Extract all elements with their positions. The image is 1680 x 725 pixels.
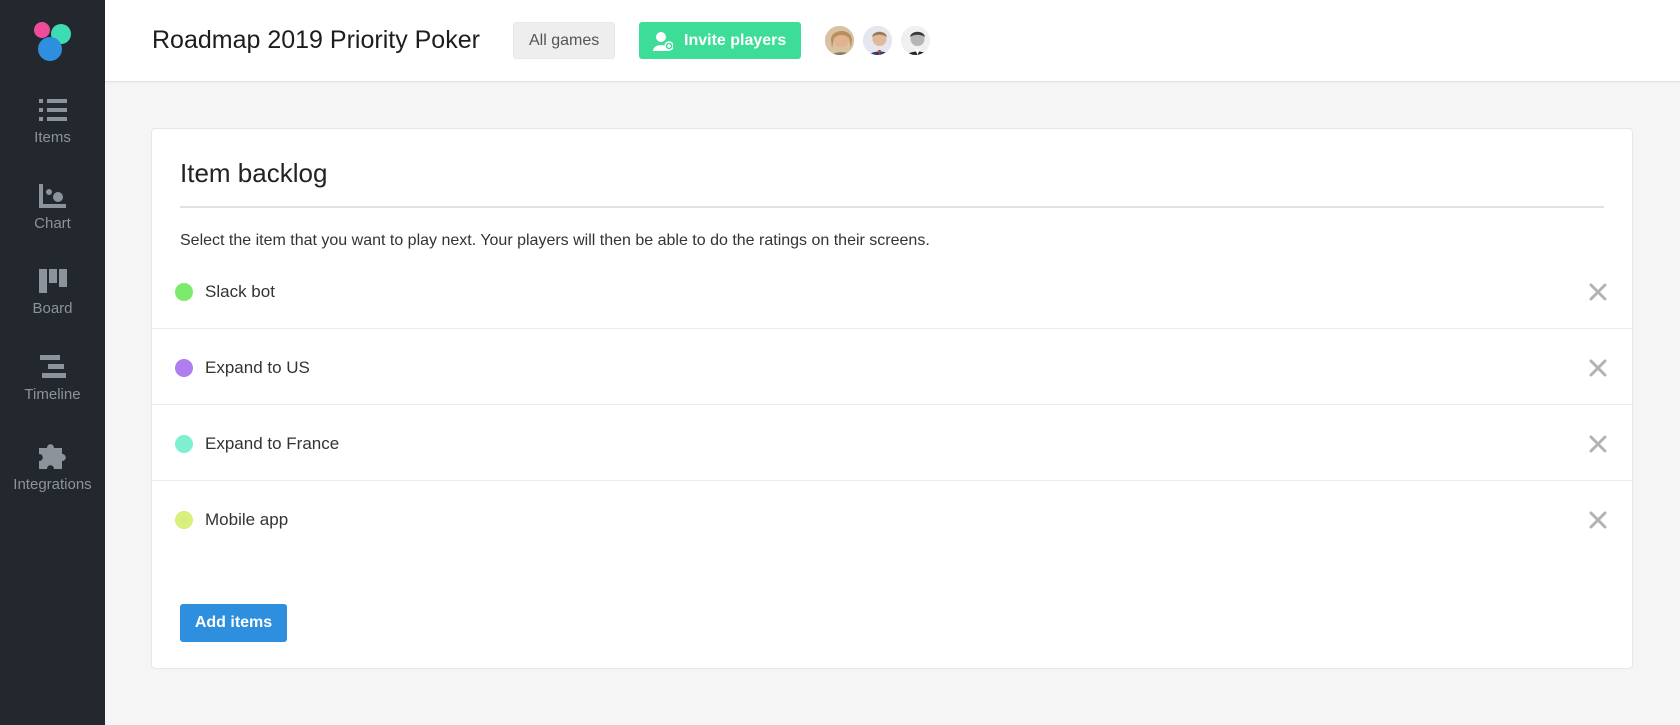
sidebar-item-chart[interactable]: Chart	[0, 183, 105, 232]
title-divider	[180, 206, 1604, 208]
sidebar-item-label: Integrations	[13, 476, 92, 493]
all-games-button[interactable]: All games	[513, 22, 616, 59]
list-icon	[38, 99, 67, 121]
item-backlog-card: Item backlog Select the item that you wa…	[151, 128, 1633, 669]
chart-icon	[38, 184, 66, 208]
list-item[interactable]: Mobile app	[152, 481, 1632, 557]
top-bar: Roadmap 2019 Priority Poker All games In…	[105, 0, 1680, 82]
item-color-dot	[175, 283, 193, 301]
board-icon	[38, 269, 67, 293]
item-color-dot	[175, 511, 193, 529]
logo-pink-dot	[34, 22, 50, 38]
logo-blue-dot	[38, 37, 62, 61]
card-title: Item backlog	[180, 158, 328, 188]
list-item[interactable]: Expand to France	[152, 405, 1632, 481]
avatar[interactable]	[899, 24, 932, 57]
invite-players-label: Invite players	[684, 32, 787, 49]
backlog-description: Select the item that you want to play ne…	[180, 232, 930, 249]
close-icon[interactable]	[1586, 280, 1610, 304]
avatar-image	[901, 26, 930, 55]
sidebar-item-label: Timeline	[24, 386, 81, 403]
avatar[interactable]	[861, 24, 894, 57]
sidebar-item-label: Chart	[34, 215, 71, 232]
sidebar-item-integrations[interactable]: Integrations	[0, 440, 105, 493]
close-icon[interactable]	[1586, 356, 1610, 380]
sidebar-item-label: Items	[34, 129, 71, 146]
timeline-icon	[39, 355, 66, 378]
close-icon[interactable]	[1586, 508, 1610, 532]
item-label: Expand to US	[205, 358, 310, 377]
add-user-icon	[653, 32, 673, 51]
add-items-button[interactable]: Add items	[180, 604, 287, 642]
list-item[interactable]: Slack bot	[152, 253, 1632, 329]
item-label: Mobile app	[205, 510, 289, 529]
invite-players-button[interactable]: Invite players	[639, 22, 801, 59]
app-logo[interactable]	[33, 20, 73, 62]
item-color-dot	[175, 359, 193, 377]
sidebar-item-items[interactable]: Items	[0, 97, 105, 146]
page-title: Roadmap 2019 Priority Poker	[152, 26, 480, 54]
close-icon[interactable]	[1586, 432, 1610, 456]
sidebar-item-timeline[interactable]: Timeline	[0, 354, 105, 403]
item-label: Slack bot	[205, 282, 275, 301]
avatar[interactable]	[823, 24, 856, 57]
sidebar-item-label: Board	[32, 300, 73, 317]
item-label: Expand to France	[205, 434, 340, 453]
avatar-image	[825, 26, 854, 55]
puzzle-icon	[38, 444, 66, 469]
avatar-image	[863, 26, 892, 55]
sidebar: Items Chart Board Timeline Integrations	[0, 0, 105, 725]
item-color-dot	[175, 435, 193, 453]
list-item[interactable]: Expand to US	[152, 329, 1632, 405]
sidebar-item-board[interactable]: Board	[0, 268, 105, 317]
